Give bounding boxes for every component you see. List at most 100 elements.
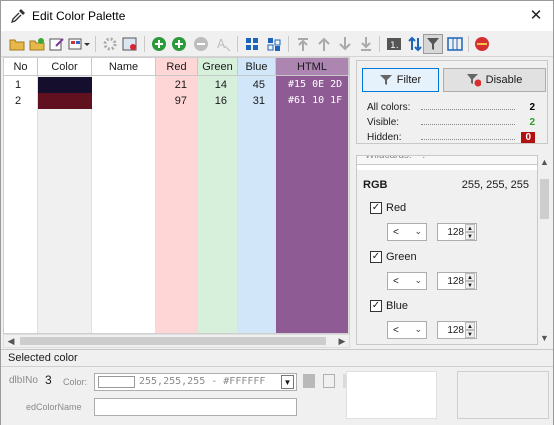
- columns-icon[interactable]: [445, 34, 465, 54]
- edit-color-palette-window: Edit Color Palette ✕ A 1. No 1 2 Color N…: [0, 0, 554, 425]
- spin-up-icon[interactable]: ▲: [465, 224, 475, 232]
- cell-no[interactable]: 2: [4, 93, 38, 109]
- color-value-text: 255,255,255 - #FFFFFF: [139, 376, 266, 387]
- column-header-html[interactable]: HTML: [276, 58, 349, 76]
- spin-down-icon[interactable]: ▼: [465, 330, 475, 338]
- value-spinner[interactable]: 128 ▲ ▼: [437, 272, 477, 290]
- cell-red[interactable]: 21: [156, 77, 198, 93]
- spin-down-icon[interactable]: ▼: [465, 281, 475, 289]
- disable-filter-icon: [466, 74, 481, 87]
- checkbox-blue[interactable]: ✓: [370, 300, 382, 312]
- move-top-icon[interactable]: [293, 34, 313, 54]
- color-swatch-cell[interactable]: [38, 77, 92, 93]
- grid2-icon[interactable]: [264, 34, 284, 54]
- clear-text-icon[interactable]: A: [213, 34, 233, 54]
- move-down-icon[interactable]: [335, 34, 355, 54]
- value-spinner[interactable]: 128 ▲ ▼: [437, 321, 477, 339]
- rgb-section: RGB 255, 255, 255 ✓ Red < ⌄ 128 ▲ ▼ ✓ Green < ⌄ 128…: [357, 170, 537, 344]
- add-icon[interactable]: [169, 34, 189, 54]
- selected-color-title: Selected color: [8, 352, 78, 364]
- scroll-up-icon[interactable]: ▲: [540, 157, 549, 167]
- no-entry-icon[interactable]: [472, 34, 492, 54]
- add-folder-icon[interactable]: [27, 34, 47, 54]
- filter-button[interactable]: Filter: [362, 68, 439, 92]
- cell-html[interactable]: #61 10 1F: [276, 93, 349, 109]
- checkbox-red[interactable]: ✓: [370, 202, 382, 214]
- filter-icon[interactable]: [423, 34, 443, 54]
- operator-select[interactable]: < ⌄: [387, 223, 427, 241]
- channel-label: Blue: [386, 300, 409, 312]
- cell-green[interactable]: 14: [198, 77, 238, 93]
- chevron-down-icon: ⌄: [414, 324, 422, 334]
- rgb-title: RGB: [363, 179, 388, 191]
- add-color-icon[interactable]: [149, 34, 169, 54]
- cell-no[interactable]: 1: [4, 77, 38, 93]
- filter-panel: Filter Disable All colors: 2 Visible: 2 Hidd…: [353, 57, 551, 348]
- book-icon[interactable]: [303, 374, 315, 388]
- column-header-blue[interactable]: Blue: [238, 58, 276, 76]
- disable-button[interactable]: Disable: [443, 68, 546, 92]
- close-button[interactable]: ✕: [525, 5, 547, 27]
- edit-icon[interactable]: [47, 34, 67, 54]
- color-combobox[interactable]: 255,255,255 - #FFFFFF ▼: [94, 373, 297, 391]
- column-header-red[interactable]: Red: [156, 58, 198, 76]
- swatch: [38, 93, 92, 109]
- channel-blue: ✓ Blue < ⌄ 128 ▲ ▼: [357, 298, 537, 344]
- column-header-no[interactable]: No: [4, 58, 38, 76]
- grid-icon[interactable]: [242, 34, 262, 54]
- leader-dots: [421, 124, 515, 125]
- eyedropper-icon: [10, 9, 25, 24]
- cell-blue[interactable]: 45: [238, 77, 276, 93]
- color-name-label: edColorName: [26, 402, 82, 412]
- scroll-down-icon[interactable]: ▼: [540, 333, 549, 343]
- scroll-left-icon[interactable]: ◀: [4, 335, 18, 347]
- wildcards-label: Wildcards: * ?: [357, 156, 537, 165]
- scroll-thumb-vertical[interactable]: [540, 179, 549, 219]
- stat-row: All colors: 2: [367, 102, 535, 115]
- column-header-green[interactable]: Green: [198, 58, 238, 76]
- swatch: [38, 77, 92, 93]
- column-header-color[interactable]: Color: [38, 58, 92, 76]
- palette-dropdown-icon[interactable]: [67, 34, 91, 54]
- operator-select[interactable]: < ⌄: [387, 321, 427, 339]
- spin-down-icon[interactable]: ▼: [465, 232, 475, 240]
- sort-icon[interactable]: [405, 34, 425, 54]
- selected-color-panel: Selected color dlbINo 3 Color: 255,255,2…: [1, 349, 553, 425]
- cell-html[interactable]: #15 0E 2D: [276, 77, 349, 93]
- column-header-name[interactable]: Name: [92, 58, 156, 76]
- color-swatch-cell[interactable]: [38, 93, 92, 109]
- leader-dots: [421, 139, 515, 140]
- spin-up-icon[interactable]: ▲: [465, 273, 475, 281]
- open-folder-icon[interactable]: [7, 34, 27, 54]
- scroll-thumb[interactable]: [20, 337, 326, 345]
- horizontal-scrollbar[interactable]: ◀ ▶: [3, 334, 350, 348]
- cell-name[interactable]: [92, 77, 156, 93]
- spin-up-icon[interactable]: ▲: [465, 322, 475, 330]
- copy-icon[interactable]: [323, 374, 335, 388]
- color-name-input[interactable]: [94, 398, 297, 416]
- operator-value: <: [393, 325, 399, 336]
- image-icon[interactable]: [120, 34, 140, 54]
- stat-label: Hidden:: [367, 132, 402, 143]
- cell-green[interactable]: 16: [198, 93, 238, 109]
- number-icon[interactable]: 1.: [384, 34, 404, 54]
- cell-blue[interactable]: 31: [238, 93, 276, 109]
- checkbox-green[interactable]: ✓: [370, 251, 382, 263]
- vertical-scrollbar[interactable]: ▲ ▼: [538, 155, 551, 345]
- remove-icon[interactable]: [191, 34, 211, 54]
- preview-box: [346, 371, 437, 419]
- cell-red[interactable]: 97: [156, 93, 198, 109]
- window-title: Edit Color Palette: [32, 9, 126, 23]
- title-bar: Edit Color Palette ✕: [1, 1, 553, 31]
- chevron-down-icon[interactable]: ▼: [281, 375, 294, 389]
- color-grid[interactable]: No 1 2 Color Name Red 21 97 Green 14 16 Blue 45 31 HTM…: [3, 57, 350, 334]
- cell-name[interactable]: [92, 93, 156, 109]
- scroll-right-icon[interactable]: ▶: [335, 335, 349, 347]
- move-bottom-icon[interactable]: [356, 34, 376, 54]
- value-spinner[interactable]: 128 ▲ ▼: [437, 223, 477, 241]
- operator-select[interactable]: < ⌄: [387, 272, 427, 290]
- chevron-down-icon: ⌄: [414, 275, 422, 285]
- move-up-icon[interactable]: [314, 34, 334, 54]
- stat-label: Visible:: [367, 117, 400, 128]
- settings-icon[interactable]: [100, 34, 120, 54]
